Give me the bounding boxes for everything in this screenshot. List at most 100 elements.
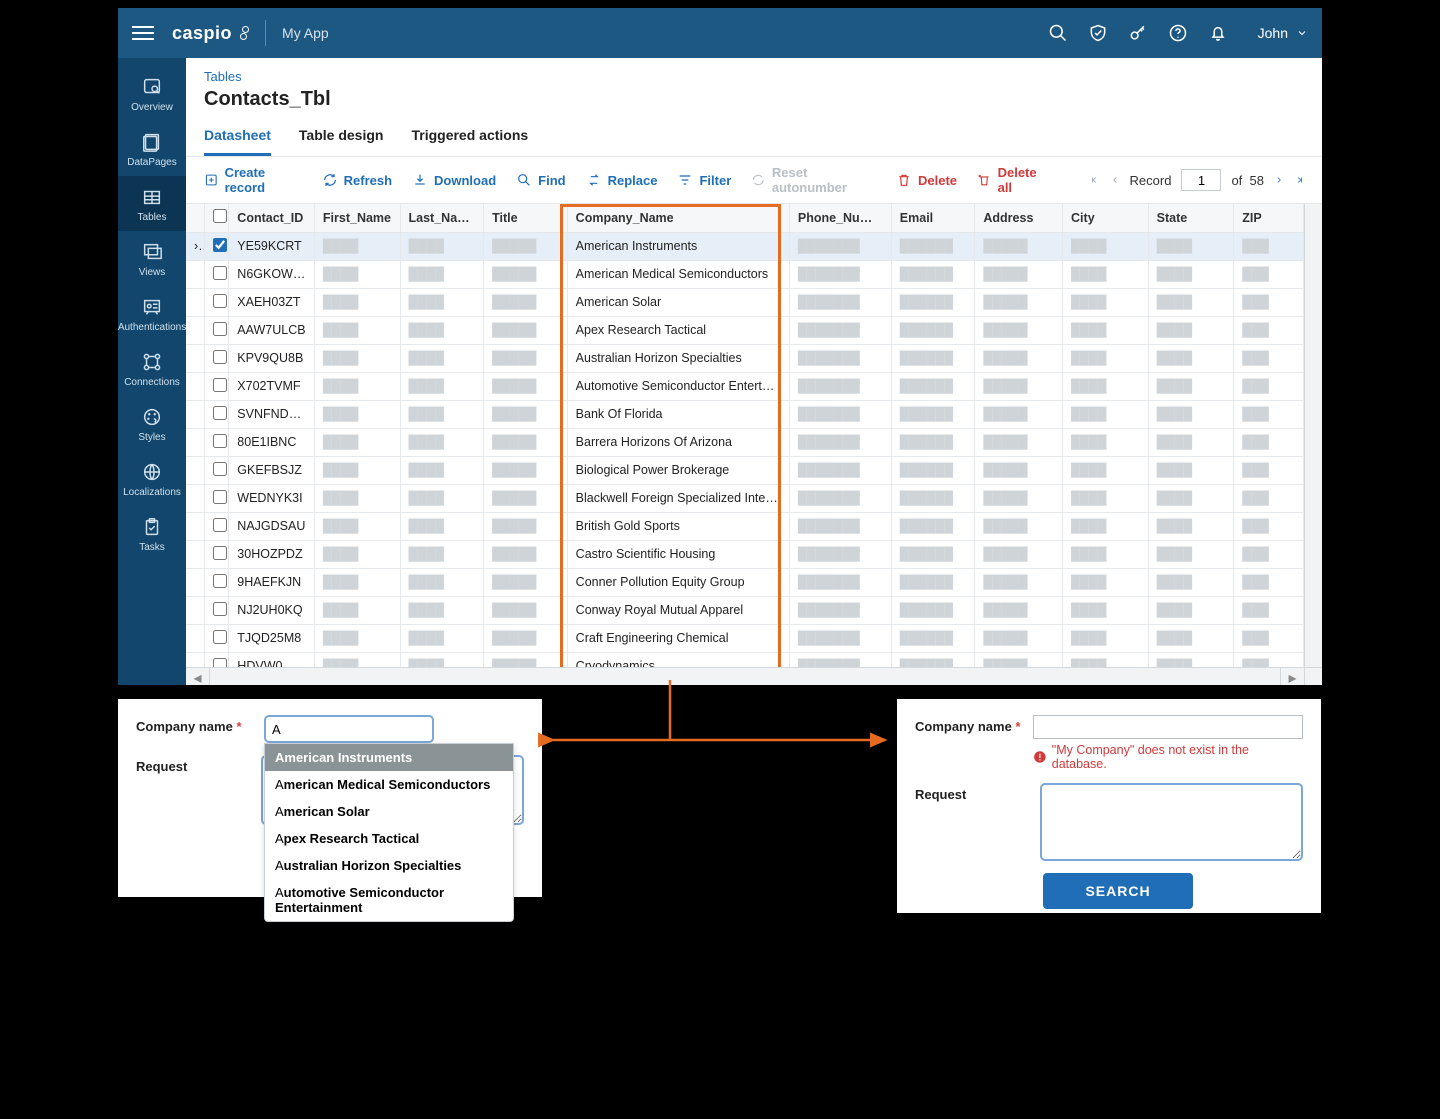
row-checkbox[interactable] [213, 350, 227, 364]
autocomplete-option[interactable]: Automotive Semiconductor Entertainment [265, 879, 513, 921]
delete-all-button[interactable]: Delete all [977, 165, 1049, 195]
horizontal-scrollbar[interactable]: ◂ ▸ [186, 667, 1322, 685]
sidenav-item-views[interactable]: Views [118, 231, 186, 286]
company-name-input[interactable] [264, 715, 434, 743]
shield-check-icon[interactable] [1088, 23, 1108, 43]
col-phone[interactable]: Phone_Number [789, 204, 891, 232]
help-icon[interactable] [1168, 23, 1188, 43]
autocomplete-option[interactable]: Apex Research Tactical [265, 825, 513, 852]
autocomplete-option[interactable]: American Solar [265, 798, 513, 825]
breadcrumb-link[interactable]: Tables [204, 69, 242, 84]
replace-button[interactable]: Replace [586, 172, 658, 188]
sidenav-item-connections[interactable]: Connections [118, 341, 186, 396]
tab-datasheet[interactable]: Datasheet [204, 121, 271, 156]
col-last-name[interactable]: Last_Name [400, 204, 484, 232]
find-button[interactable]: Find [516, 172, 565, 188]
table-row[interactable]: 30HOZPDZ█████████████Castro Scientific H… [186, 540, 1322, 568]
row-checkbox[interactable] [213, 266, 227, 280]
pager-last-icon[interactable] [1294, 175, 1304, 185]
row-checkbox[interactable] [213, 434, 227, 448]
sidenav-item-datapages[interactable]: DataPages [118, 121, 186, 176]
hamburger-icon[interactable] [132, 26, 154, 40]
logo: caspio [172, 23, 249, 44]
col-title[interactable]: Title [484, 204, 568, 232]
sidenav-item-tables[interactable]: Tables [118, 176, 186, 231]
autocomplete-option[interactable]: American Medical Semiconductors [265, 771, 513, 798]
company-name-input-error[interactable] [1033, 715, 1303, 739]
pager-next-icon[interactable] [1274, 175, 1284, 185]
autocomplete-option[interactable]: Australian Horizon Specialties [265, 852, 513, 879]
row-checkbox[interactable] [213, 406, 227, 420]
filter-button[interactable]: Filter [677, 172, 731, 188]
row-checkbox[interactable] [213, 490, 227, 504]
table-row[interactable]: TJQD25M8█████████████Craft Engineering C… [186, 624, 1322, 652]
col-state[interactable]: State [1148, 204, 1234, 232]
search-icon[interactable] [1048, 23, 1068, 43]
pager: Record of 58 [1090, 169, 1304, 191]
validation-error-form: Company name * "My Company" does not exi… [896, 698, 1322, 914]
refresh-button[interactable]: Refresh [322, 172, 392, 188]
row-checkbox[interactable] [213, 518, 227, 532]
sidenav: Overview DataPages Tables Views Authenti… [118, 58, 186, 685]
row-checkbox[interactable] [213, 462, 227, 476]
download-button[interactable]: Download [412, 172, 496, 188]
delete-button[interactable]: Delete [896, 172, 957, 188]
sidenav-item-localizations[interactable]: Localizations [118, 451, 186, 506]
row-checkbox[interactable] [213, 322, 227, 336]
table-row[interactable]: GKEFBSJZ█████████████Biological Power Br… [186, 456, 1322, 484]
table-row[interactable]: 9HAEFKJN█████████████Conner Pollution Eq… [186, 568, 1322, 596]
row-checkbox[interactable] [213, 238, 227, 252]
row-checkbox[interactable] [213, 630, 227, 644]
pager-first-icon[interactable] [1090, 175, 1100, 185]
company-name-cell: Australian Horizon Specialties [567, 344, 789, 372]
table-row[interactable]: KPV9QU8B█████████████Australian Horizon … [186, 344, 1322, 372]
tab-table-design[interactable]: Table design [299, 121, 384, 156]
table-row[interactable]: NAJGDSAU█████████████British Gold Sports… [186, 512, 1322, 540]
user-menu[interactable]: John [1258, 25, 1308, 41]
row-checkbox[interactable] [213, 294, 227, 308]
data-grid[interactable]: Contact_ID First_Name Last_Name Title Co… [186, 204, 1322, 685]
pager-record-input[interactable] [1181, 169, 1221, 191]
col-email[interactable]: Email [891, 204, 975, 232]
table-row[interactable]: 80E1IBNC█████████████Barrera Horizons Of… [186, 428, 1322, 456]
col-city[interactable]: City [1063, 204, 1149, 232]
tab-triggered-actions[interactable]: Triggered actions [411, 121, 528, 156]
company-name-cell: Automotive Semiconductor Entertainment [567, 372, 789, 400]
sidenav-item-tasks[interactable]: Tasks [118, 506, 186, 561]
col-first-name[interactable]: First_Name [314, 204, 400, 232]
table-row[interactable]: X702TVMF█████████████Automotive Semicond… [186, 372, 1322, 400]
row-checkbox[interactable] [213, 546, 227, 560]
sidenav-item-styles[interactable]: Styles [118, 396, 186, 451]
table-row[interactable]: ›YE59KCRT█████████████American Instrumen… [186, 232, 1322, 260]
request-textarea-error[interactable] [1040, 783, 1303, 861]
company-name-cell: British Gold Sports [567, 512, 789, 540]
table-row[interactable]: NJ2UH0KQ█████████████Conway Royal Mutual… [186, 596, 1322, 624]
table-row[interactable]: N6GKOW4L█████████████American Medical Se… [186, 260, 1322, 288]
autocomplete-option[interactable]: American Instruments [265, 744, 513, 771]
table-row[interactable]: XAEH03ZT█████████████American Solar█████… [186, 288, 1322, 316]
table-header-row: Contact_ID First_Name Last_Name Title Co… [186, 204, 1322, 232]
app-name[interactable]: My App [282, 25, 329, 41]
company-name-cell: Conner Pollution Equity Group [567, 568, 789, 596]
company-name-cell: Bank Of Florida [567, 400, 789, 428]
company-name-cell: Blackwell Foreign Specialized Integratio… [567, 484, 789, 512]
pager-prev-icon[interactable] [1110, 175, 1120, 185]
col-address[interactable]: Address [975, 204, 1063, 232]
row-checkbox[interactable] [213, 602, 227, 616]
search-button-error[interactable]: SEARCH [1043, 873, 1193, 909]
key-icon[interactable] [1128, 23, 1148, 43]
col-contact-id[interactable]: Contact_ID [229, 204, 315, 232]
row-checkbox[interactable] [213, 574, 227, 588]
sidenav-item-overview[interactable]: Overview [118, 66, 186, 121]
select-all-checkbox[interactable] [213, 209, 227, 223]
row-checkbox[interactable] [213, 378, 227, 392]
table-row[interactable]: AAW7ULCB█████████████Apex Research Tacti… [186, 316, 1322, 344]
col-company-name[interactable]: Company_Name [567, 204, 789, 232]
create-record-button[interactable]: Create record [204, 165, 302, 195]
table-row[interactable]: WEDNYK3I█████████████Blackwell Foreign S… [186, 484, 1322, 512]
sidenav-item-authentications[interactable]: Authentications [118, 286, 186, 341]
table-row[interactable]: SVNFNDPQ█████████████Bank Of Florida████… [186, 400, 1322, 428]
col-zip[interactable]: ZIP [1234, 204, 1303, 232]
bell-icon[interactable] [1208, 23, 1228, 43]
vertical-scrollbar[interactable] [1304, 204, 1322, 667]
